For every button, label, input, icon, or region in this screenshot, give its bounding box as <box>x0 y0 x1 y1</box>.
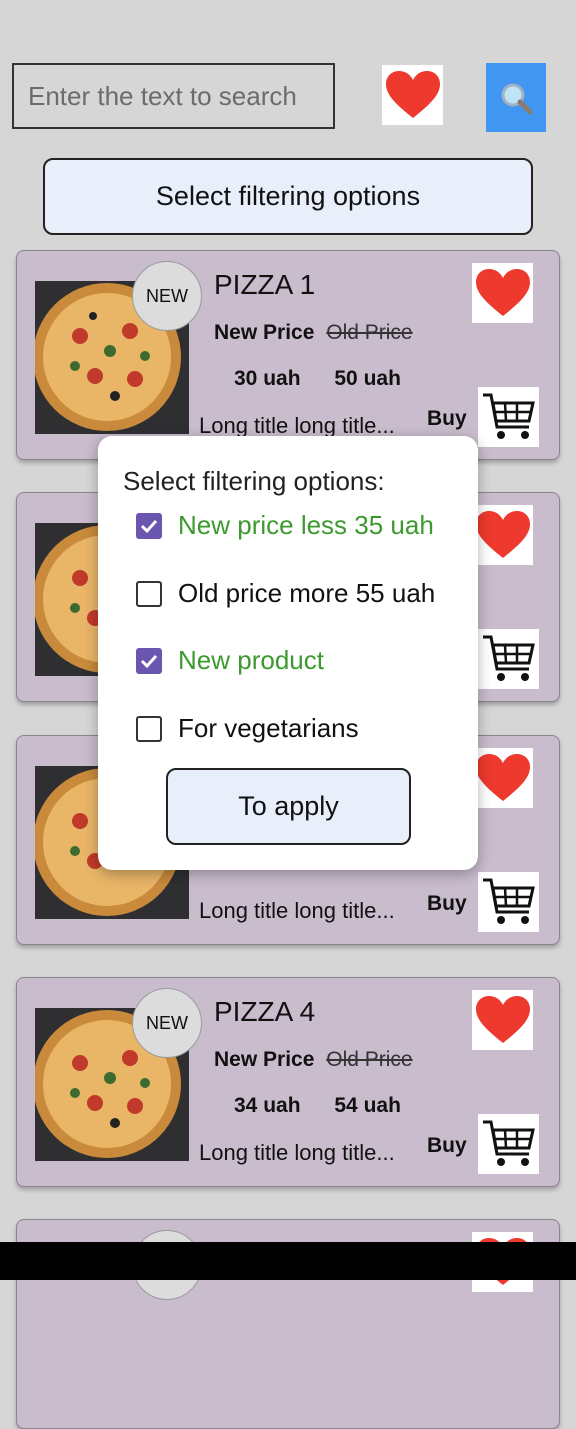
system-nav-bar <box>0 1242 576 1280</box>
heart-icon <box>475 269 530 316</box>
search-button[interactable] <box>486 63 546 132</box>
new-badge: NEW <box>132 261 202 331</box>
old-price-label: Old Price <box>326 321 413 344</box>
checkbox-checked[interactable] <box>136 647 162 674</box>
option-vegetarian[interactable]: For vegetarians <box>136 713 359 744</box>
new-price-label: New Price <box>214 1048 315 1071</box>
favorites-button[interactable] <box>382 65 443 125</box>
heart-icon <box>475 511 530 558</box>
check-icon <box>140 519 158 533</box>
checkbox-checked[interactable] <box>136 512 162 539</box>
option-old-price[interactable]: Old price more 55 uah <box>136 578 435 609</box>
price-labels: New Price Old Price <box>214 1048 413 1072</box>
new-price-value: 30 uah <box>234 367 301 390</box>
search-input-box[interactable] <box>12 63 335 129</box>
add-to-cart-button[interactable] <box>478 1114 539 1174</box>
product-title: PIZZA 4 <box>214 996 316 1027</box>
search-input[interactable] <box>26 79 333 113</box>
add-to-cart-button[interactable] <box>478 629 539 689</box>
checkbox-unchecked[interactable] <box>136 715 162 742</box>
price-values: 34 uah 54 uah <box>234 1094 401 1118</box>
cart-icon <box>482 1120 535 1166</box>
option-label: New product <box>178 645 324 675</box>
old-price-label: Old Price <box>326 1048 413 1071</box>
new-badge: NEW <box>132 988 202 1058</box>
cart-icon <box>482 878 535 924</box>
filter-dialog: Select filtering options: New price less… <box>98 436 478 870</box>
old-price-value: 54 uah <box>334 1094 401 1117</box>
buy-label: Buy <box>427 407 467 430</box>
add-to-cart-button[interactable] <box>478 387 539 447</box>
select-filtering-button[interactable]: Select filtering options <box>43 158 533 235</box>
cart-icon <box>482 635 535 681</box>
product-card[interactable]: NEW PIZZA 1 New Price Old Price 30 uah 5… <box>16 250 560 460</box>
new-price-value: 34 uah <box>234 1094 301 1117</box>
option-label: For vegetarians <box>178 713 359 743</box>
buy-label: Buy <box>427 1134 467 1157</box>
price-values: 30 uah 50 uah <box>234 367 401 391</box>
check-icon <box>140 654 158 668</box>
option-label: New price less 35 uah <box>178 510 434 540</box>
option-new-price[interactable]: New price less 35 uah <box>136 510 434 541</box>
product-card[interactable]: NEW PIZZA 4 New Price Old Price 34 uah 5… <box>16 977 560 1187</box>
product-title: PIZZA 1 <box>214 269 316 300</box>
price-labels: New Price Old Price <box>214 321 413 345</box>
favorite-button[interactable] <box>472 990 533 1050</box>
heart-icon <box>385 71 440 118</box>
checkbox-unchecked[interactable] <box>136 580 162 607</box>
favorite-button[interactable] <box>472 505 533 565</box>
apply-button[interactable]: To apply <box>166 768 411 845</box>
product-description: Long title long title... <box>199 898 395 923</box>
heart-icon <box>475 996 530 1043</box>
dialog-title: Select filtering options: <box>123 466 385 496</box>
old-price-value: 50 uah <box>334 367 401 390</box>
buy-label: Buy <box>427 892 467 915</box>
new-price-label: New Price <box>214 321 315 344</box>
option-new-product[interactable]: New product <box>136 645 324 676</box>
option-label: Old price more 55 uah <box>178 578 436 608</box>
heart-icon <box>475 754 530 801</box>
magnifier-icon <box>501 83 533 114</box>
favorite-button[interactable] <box>472 748 533 808</box>
add-to-cart-button[interactable] <box>478 872 539 932</box>
product-description: Long title long title... <box>199 1140 395 1165</box>
favorite-button[interactable] <box>472 263 533 323</box>
cart-icon <box>482 393 535 439</box>
